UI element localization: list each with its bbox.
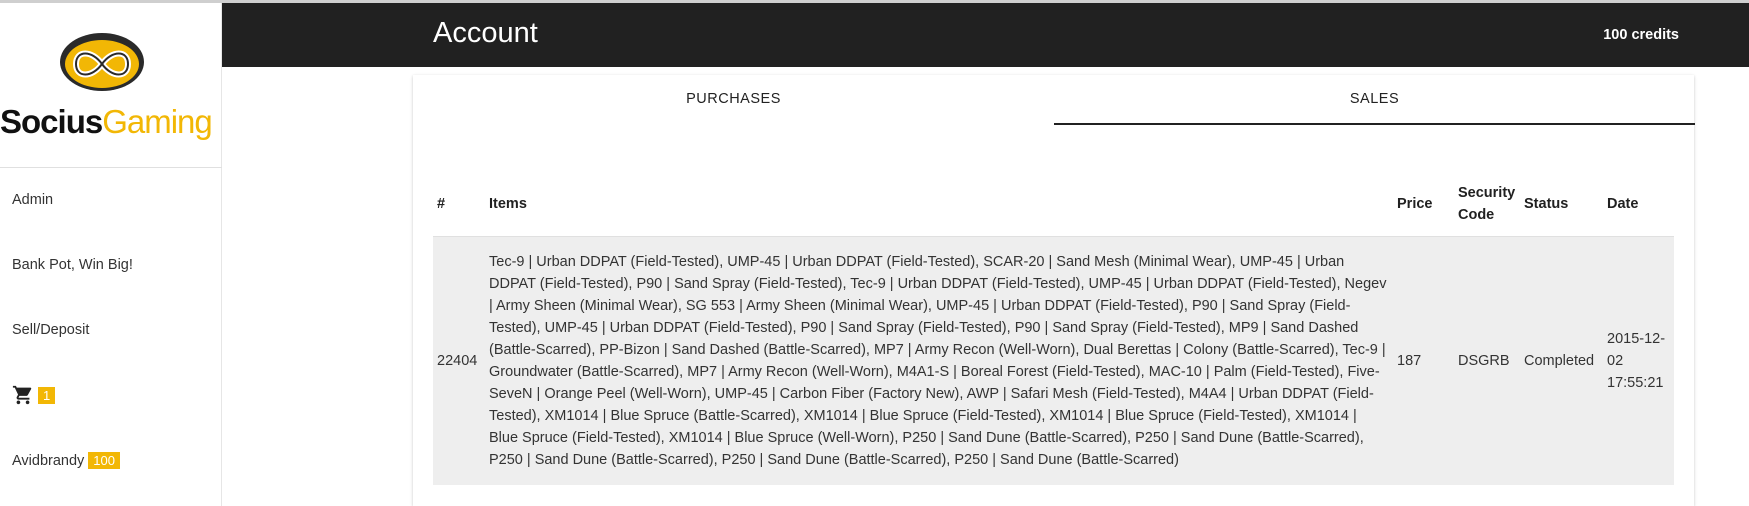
cell-price: 187 bbox=[1393, 236, 1454, 485]
cell-security-code: DSGRB bbox=[1454, 236, 1520, 485]
cell-id: 22404 bbox=[433, 236, 485, 485]
username: Avidbrandy bbox=[12, 453, 85, 469]
app-header: Account 100 credits bbox=[222, 3, 1749, 67]
table-row: 22404 Tec-9 | Urban DDPAT (Field-Tested)… bbox=[433, 236, 1674, 485]
tab-purchases[interactable]: PURCHASES bbox=[413, 75, 1054, 123]
logo[interactable]: SociusGaming bbox=[0, 3, 222, 168]
sales-table: # Items Price Security Code Status Date … bbox=[433, 172, 1674, 485]
brand-name: SociusGaming bbox=[0, 103, 213, 141]
page-title: Account bbox=[433, 17, 538, 49]
column-header-date: Date bbox=[1603, 172, 1674, 237]
column-header-id: # bbox=[433, 172, 485, 237]
cell-items: Tec-9 | Urban DDPAT (Field-Tested), UMP-… bbox=[485, 236, 1393, 485]
credits-display: 100 credits bbox=[1603, 27, 1679, 43]
cell-status: Completed bbox=[1520, 236, 1603, 485]
infinity-logo-icon bbox=[60, 33, 144, 91]
sidebar-item-cart[interactable]: 1 bbox=[12, 384, 56, 406]
column-header-status: Status bbox=[1520, 172, 1603, 237]
column-header-security-code: Security Code bbox=[1454, 172, 1520, 237]
cart-count-badge: 1 bbox=[38, 386, 56, 404]
column-header-price: Price bbox=[1393, 172, 1454, 237]
brand-name-part2: Gaming bbox=[102, 103, 213, 140]
cell-date: 2015-12-02 17:55:21 bbox=[1603, 236, 1674, 485]
brand-name-part1: Socius bbox=[0, 103, 103, 140]
sidebar: SociusGaming Admin Bank Pot, Win Big! Se… bbox=[0, 3, 222, 506]
sidebar-item-sell-deposit[interactable]: Sell/Deposit bbox=[12, 322, 89, 338]
tab-sales[interactable]: SALES bbox=[1054, 75, 1695, 125]
shopping-cart-icon bbox=[12, 385, 32, 405]
sidebar-item-bank-pot[interactable]: Bank Pot, Win Big! bbox=[12, 257, 133, 273]
account-card: PURCHASES SALES # Items Price Security C… bbox=[413, 75, 1695, 506]
column-header-items: Items bbox=[485, 172, 1393, 237]
sidebar-item-admin[interactable]: Admin bbox=[12, 192, 53, 208]
user-credits-badge: 100 bbox=[88, 452, 120, 469]
sidebar-item-user[interactable]: Avidbrandy 100 bbox=[12, 452, 120, 469]
table-header-row: # Items Price Security Code Status Date bbox=[433, 172, 1674, 237]
tab-bar: PURCHASES SALES bbox=[413, 75, 1695, 125]
